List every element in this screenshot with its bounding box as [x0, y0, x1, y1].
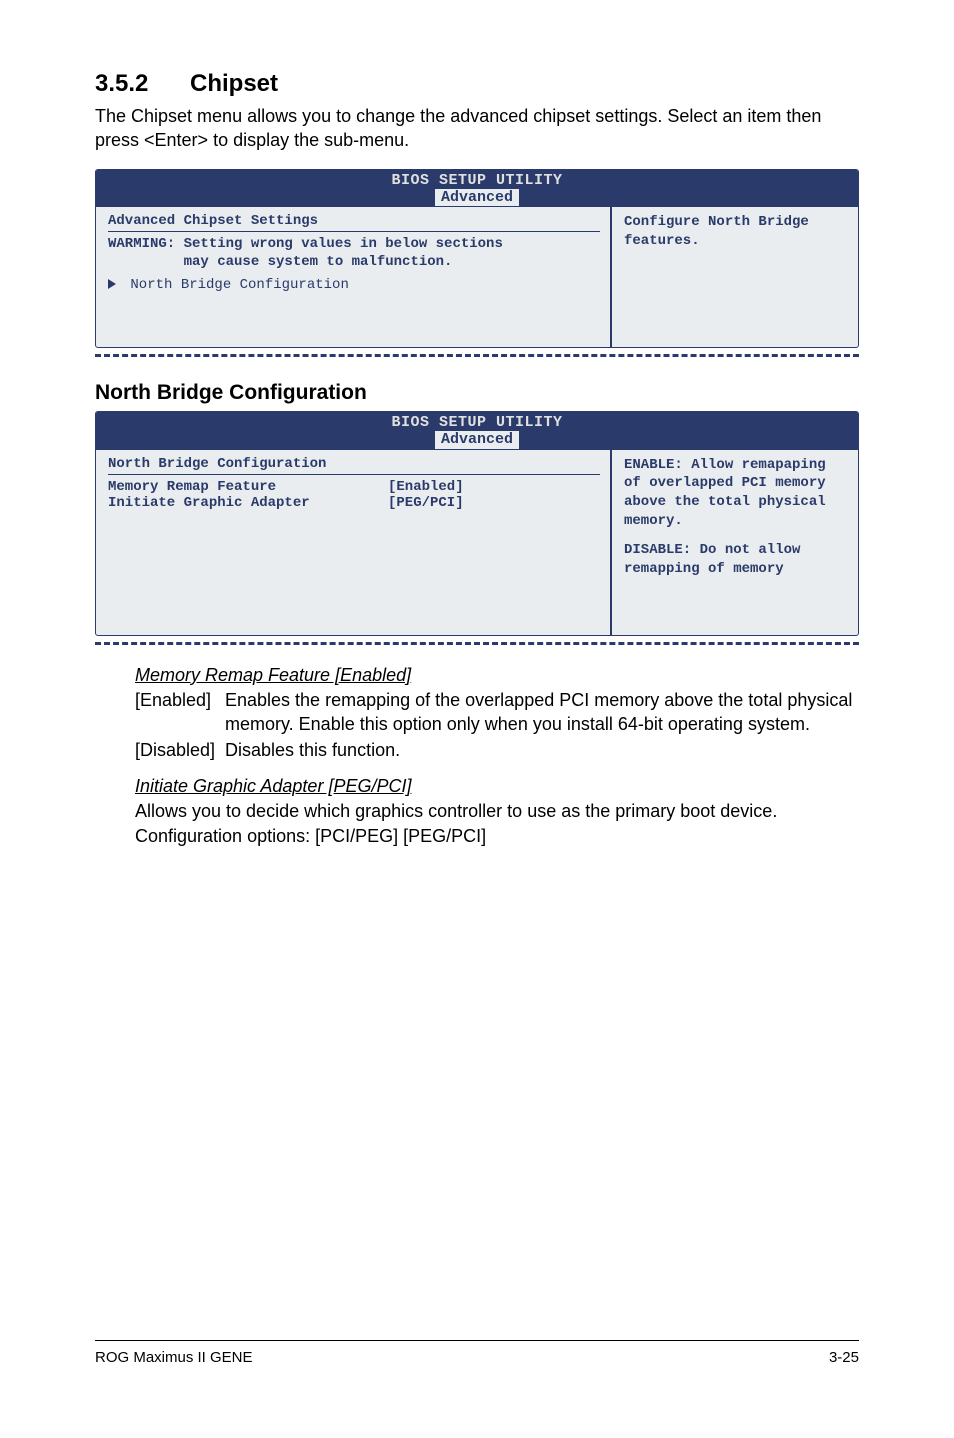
setting-value: [PEG/PCI]	[388, 495, 464, 511]
bios-tab-advanced[interactable]: Advanced	[435, 189, 519, 206]
bios-panel-north-bridge: BIOS SETUP UTILITY Advanced North Bridge…	[95, 411, 859, 636]
bios-help-disable: DISABLE: Do not allow remapping of memor…	[624, 541, 848, 579]
setting-label: Initiate Graphic Adapter	[108, 495, 388, 511]
footer-left: ROG Maximus II GENE	[95, 1349, 253, 1366]
bios-header: BIOS SETUP UTILITY Advanced	[96, 412, 858, 450]
section-number: 3.5.2	[95, 70, 190, 98]
bios-panel-advanced-chipset: BIOS SETUP UTILITY Advanced Advanced Chi…	[95, 169, 859, 349]
section-heading: 3.5.2 Chipset	[95, 70, 859, 98]
dashed-separator	[95, 354, 859, 357]
bios-warning-text: WARMING: Setting wrong values in below s…	[108, 236, 600, 271]
bios-tab-advanced[interactable]: Advanced	[435, 431, 519, 448]
setting-value: [Enabled]	[388, 479, 464, 495]
memory-remap-title: Memory Remap Feature [Enabled]	[135, 665, 859, 686]
page-footer: ROG Maximus II GENE 3-25	[95, 1340, 859, 1366]
initiate-graphic-adapter-row[interactable]: Initiate Graphic Adapter [PEG/PCI]	[108, 495, 600, 511]
enabled-description: Enables the remapping of the overlapped …	[225, 688, 859, 737]
north-bridge-config-item[interactable]: North Bridge Configuration	[108, 277, 600, 293]
setting-label: Memory Remap Feature	[108, 479, 388, 495]
bios-left-title: Advanced Chipset Settings	[108, 213, 600, 232]
bios-header-title: BIOS SETUP UTILITY	[96, 172, 858, 189]
bios-help-text: Configure North Bridge features.	[624, 213, 848, 251]
north-bridge-subheading: North Bridge Configuration	[95, 381, 859, 405]
bios-arrow-item-label: North Bridge Configuration	[130, 277, 348, 293]
initiate-graphic-title: Initiate Graphic Adapter [PEG/PCI]	[135, 776, 859, 797]
bios-help-enable: ENABLE: Allow remapaping of overlapped P…	[624, 456, 848, 532]
bios-left-title: North Bridge Configuration	[108, 456, 600, 475]
enabled-tag: [Enabled]	[135, 688, 225, 737]
bios-header: BIOS SETUP UTILITY Advanced	[96, 170, 858, 208]
initiate-graphic-body: Allows you to decide which graphics cont…	[135, 799, 859, 848]
dashed-separator	[95, 642, 859, 645]
section-title: Chipset	[190, 70, 278, 98]
memory-remap-feature-row[interactable]: Memory Remap Feature [Enabled]	[108, 479, 600, 495]
footer-right: 3-25	[829, 1349, 859, 1366]
disabled-description: Disables this function.	[225, 738, 400, 762]
bios-header-title: BIOS SETUP UTILITY	[96, 414, 858, 431]
disabled-tag: [Disabled]	[135, 738, 225, 762]
section-intro: The Chipset menu allows you to change th…	[95, 104, 859, 153]
